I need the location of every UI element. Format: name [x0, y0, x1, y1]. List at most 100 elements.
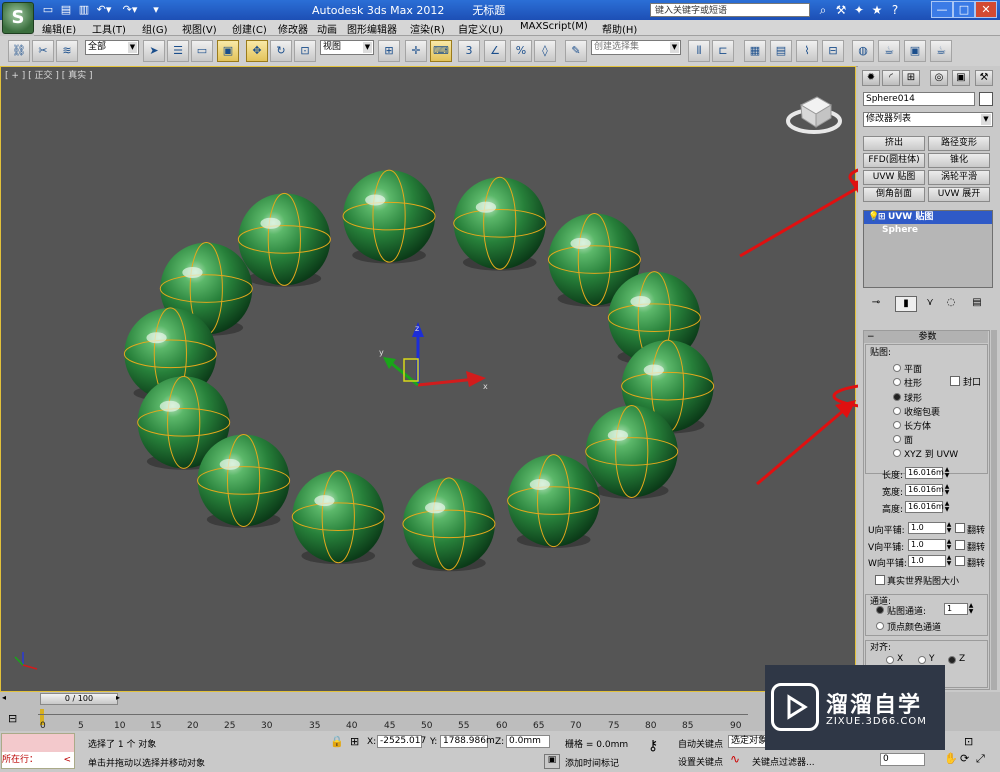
v-flip-checkbox[interactable]	[955, 540, 965, 550]
x-coordinate-field[interactable]: -2525.017	[377, 735, 426, 748]
radio-face-label: 面	[904, 436, 914, 446]
pin-stack-icon[interactable]: ⊸	[866, 296, 886, 310]
selected-object-dropdown[interactable]: 选定对象	[728, 735, 768, 748]
set-key-button[interactable]: 设置关键点	[678, 755, 723, 768]
expand-icon[interactable]: ⊞	[878, 211, 888, 224]
bevel-profile-modifier-button[interactable]: 倒角剖面	[863, 187, 925, 202]
cap-checkbox[interactable]	[950, 376, 960, 386]
object-name-field[interactable]: Sphere014	[863, 92, 975, 106]
absolute-mode-icon[interactable]: ⊞	[350, 735, 359, 748]
object-color-swatch[interactable]	[979, 92, 993, 106]
chevron-down-icon: ▼	[981, 114, 991, 125]
key-mode-icon[interactable]: ∿	[730, 752, 740, 766]
zoom-extents-icon[interactable]: ⊡	[964, 735, 973, 748]
radio-vertex-color-channel[interactable]	[876, 622, 884, 630]
z-label: Z:	[495, 737, 505, 747]
tick-label: 75	[608, 721, 620, 731]
u-tile-field[interactable]: 1.0	[908, 522, 946, 534]
w-flip-checkbox[interactable]	[955, 556, 965, 566]
map-channel-label: 贴图通道:	[887, 607, 927, 617]
tick-label: 35	[309, 721, 321, 731]
radio-spherical[interactable]	[893, 393, 901, 401]
ffd-cylinder-modifier-button[interactable]: FFD(圆柱体)	[863, 153, 925, 168]
maxscript-line[interactable]: 所在行： <	[2, 752, 74, 768]
stack-item-label: UVW 贴图	[888, 212, 934, 222]
width-field[interactable]: 16.016m	[905, 484, 944, 496]
current-frame-field[interactable]: 0	[880, 753, 925, 766]
tick-label: 0	[40, 721, 46, 731]
remove-modifier-icon[interactable]: ◌	[941, 296, 961, 310]
mini-curve-editor-icon[interactable]: ⊟	[8, 712, 28, 728]
u-flip-checkbox[interactable]	[955, 523, 965, 533]
rollout-title: 参数	[918, 332, 937, 342]
radio-face[interactable]	[893, 435, 901, 443]
radio-shrink-wrap[interactable]	[893, 407, 901, 415]
radio-xyz-to-uvw[interactable]	[893, 449, 901, 457]
radio-planar[interactable]	[893, 364, 901, 372]
command-panel-scrollbar[interactable]	[991, 330, 997, 690]
radio-align-z[interactable]	[948, 656, 956, 664]
x-label: X:	[367, 737, 377, 747]
v-tile-spinner-icon[interactable]: ▲ ▼	[946, 539, 952, 551]
stack-item-uvw-map[interactable]: 💡⊞ UVW 贴图	[864, 211, 992, 224]
time-slider[interactable]: 0 / 100	[40, 693, 118, 705]
time-tag-icon[interactable]: ▣	[544, 754, 560, 769]
length-spinner-icon[interactable]: ▲ ▼	[944, 467, 950, 479]
modifier-list-dropdown[interactable]: 修改器列表 ▼	[863, 112, 993, 127]
map-channel-spinner-icon[interactable]: ▲ ▼	[968, 603, 974, 615]
add-time-tag[interactable]: 添加时间标记	[565, 756, 619, 769]
height-field[interactable]: 16.016m	[905, 501, 944, 513]
previous-frame-icon[interactable]: ◂	[2, 693, 14, 705]
create-tab-icon[interactable]: ✹	[862, 70, 880, 86]
show-end-result-icon[interactable]: ▮	[895, 296, 917, 312]
stack-item-sphere[interactable]: Sphere	[864, 225, 992, 236]
real-world-map-size-checkbox[interactable]	[875, 575, 885, 585]
rollout-header[interactable]: − 参数	[864, 331, 988, 343]
radio-box[interactable]	[893, 421, 901, 429]
v-tile-field[interactable]: 1.0	[908, 539, 946, 551]
make-unique-icon[interactable]: ⋎	[920, 296, 940, 310]
radio-align-y[interactable]	[918, 656, 926, 664]
uvw-map-modifier-button[interactable]: UVW 贴图	[863, 170, 925, 185]
y-label: Y:	[430, 737, 438, 747]
z-coordinate-field[interactable]: 0.0mm	[506, 735, 550, 748]
y-coordinate-field[interactable]: 1788.986m	[440, 735, 495, 748]
grid-size: 栅格 = 0.0mm	[565, 740, 629, 750]
turbosmooth-modifier-button[interactable]: 涡轮平滑	[928, 170, 990, 185]
path-deform-modifier-button[interactable]: 路径变形	[928, 136, 990, 151]
u-tile-label: U向平铺:	[868, 526, 905, 536]
pan-view-icon[interactable]: ✋	[944, 752, 958, 765]
width-spinner-icon[interactable]: ▲ ▼	[944, 484, 950, 496]
u-tile-spinner-icon[interactable]: ▲ ▼	[946, 522, 952, 534]
watermark-brand: 溜溜自学	[826, 693, 923, 718]
alignment-title: 对齐:	[870, 643, 892, 653]
radio-align-x[interactable]	[886, 656, 894, 664]
auto-key-button[interactable]: 自动关键点	[678, 737, 723, 750]
height-spinner-icon[interactable]: ▲ ▼	[944, 501, 950, 513]
next-frame-icon[interactable]: ▸	[116, 693, 128, 705]
hierarchy-tab-icon[interactable]: ⊞	[902, 70, 920, 86]
orbit-icon[interactable]: ⟳	[960, 752, 969, 765]
unwrap-uvw-modifier-button[interactable]: UVW 展开	[928, 187, 990, 202]
selection-status: 选择了 1 个 对象	[88, 740, 157, 750]
lightbulb-icon[interactable]: 💡	[868, 211, 879, 224]
key-icon[interactable]: ⚷	[648, 738, 658, 754]
w-tile-spinner-icon[interactable]: ▲ ▼	[946, 555, 952, 567]
display-tab-icon[interactable]: ▣	[952, 70, 970, 86]
script-label: 所在行：	[2, 755, 39, 765]
radio-map-channel[interactable]	[876, 606, 884, 614]
configure-modifier-sets-icon[interactable]: ▤	[967, 296, 987, 310]
radio-cylindrical[interactable]	[893, 378, 901, 386]
motion-tab-icon[interactable]: ◎	[930, 70, 948, 86]
map-channel-field[interactable]: 1	[944, 603, 968, 615]
w-tile-field[interactable]: 1.0	[908, 555, 946, 567]
lock-selection-icon[interactable]: 🔒	[330, 735, 344, 748]
length-field[interactable]: 16.016m	[905, 467, 944, 479]
radio-planar-label: 平面	[904, 365, 923, 375]
key-filters-button[interactable]: 关键点过滤器...	[752, 755, 815, 768]
modify-tab-icon[interactable]: ◜	[882, 70, 900, 86]
extrude-modifier-button[interactable]: 挤出	[863, 136, 925, 151]
maximize-viewport-icon[interactable]: ⤢	[976, 752, 985, 766]
utilities-tab-icon[interactable]: ⚒	[975, 70, 993, 86]
taper-modifier-button[interactable]: 锥化	[928, 153, 990, 168]
